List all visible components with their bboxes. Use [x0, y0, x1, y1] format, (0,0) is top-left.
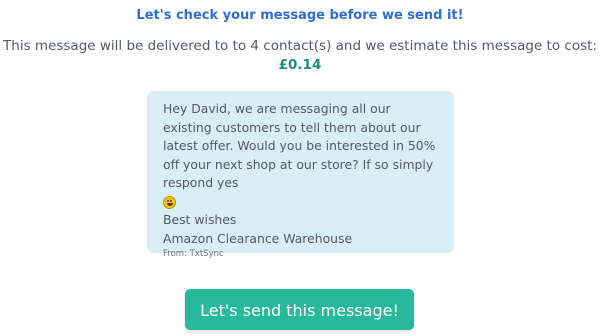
send-message-button[interactable]: Let's send this message!: [185, 289, 414, 330]
message-text: Hey David, we are messaging all our exis…: [163, 101, 440, 190]
message-signoff: Best wishes: [163, 212, 237, 227]
message-from: From: TxtSync: [163, 249, 224, 259]
message-emoji-line: [163, 193, 442, 212]
message-body: Hey David, we are messaging all our exis…: [163, 100, 442, 193]
estimated-cost: £0.14: [278, 57, 322, 73]
delivery-summary: This message will be delivered to to 4 c…: [3, 38, 597, 54]
message-preview: Hey David, we are messaging all our exis…: [147, 91, 454, 259]
grinning-face-icon: [163, 195, 176, 209]
confirmation-heading: Let's check your message before we send …: [136, 8, 464, 23]
message-sender-name: Amazon Clearance Warehouse: [163, 230, 353, 246]
